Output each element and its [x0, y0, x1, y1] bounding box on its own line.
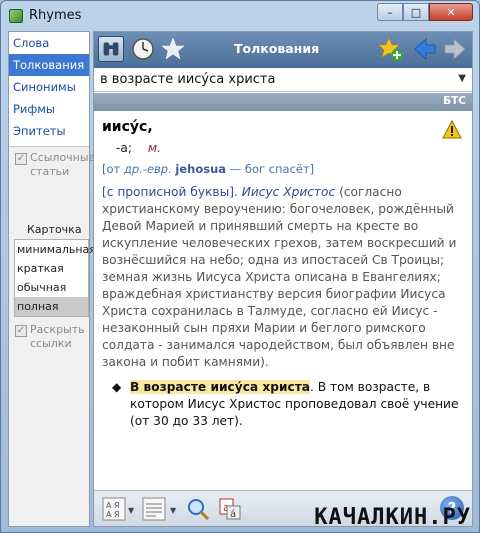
- card-option-minimal[interactable]: минимальная: [15, 240, 96, 259]
- diamond-bullet-icon: ◆: [112, 380, 122, 394]
- main-panel: Толкования в возрасте иису́са христа ▼ Б…: [93, 31, 473, 527]
- gender-label: м.: [147, 141, 161, 155]
- layout-icon[interactable]: [142, 497, 166, 521]
- stress-mark-icon[interactable]: а á: [218, 497, 242, 521]
- sidebar-item-synonyms[interactable]: Синонимы: [9, 76, 89, 98]
- grammar-line: -а; м.: [116, 140, 464, 157]
- svg-text:А Я: А Я: [106, 501, 120, 510]
- form-suffix: -а;: [116, 141, 132, 155]
- expand-links-label: Раскрыть ссылки: [30, 323, 85, 350]
- window-title: Rhymes: [29, 8, 82, 23]
- chevron-down-icon[interactable]: ▼: [170, 506, 176, 515]
- expand-links-checkbox[interactable]: ✓: [15, 325, 27, 337]
- options-panel: ✓ Ссылочные статьи Карточка минимальная …: [9, 146, 96, 526]
- back-arrow-icon[interactable]: [412, 36, 438, 62]
- usage-note: [с прописной буквы].: [102, 185, 238, 199]
- font-size-icon[interactable]: А Я А Я: [102, 497, 126, 521]
- etymology-language: др.-евр.: [123, 162, 172, 176]
- title-bar: Rhymes – □ ✕: [1, 1, 479, 31]
- add-favorite-icon[interactable]: [378, 36, 404, 62]
- entry-content: иису́с, -а; м. [от др.-евр. jehosua — бо…: [94, 111, 472, 491]
- favorites-star-icon[interactable]: [160, 36, 186, 62]
- app-icon: [9, 9, 23, 23]
- reference-articles-label: Ссылочные статьи: [30, 151, 96, 178]
- toolbar-title: Толкования: [234, 41, 320, 56]
- sidebar-item-definitions[interactable]: Толкования: [9, 54, 89, 76]
- maximize-button[interactable]: □: [403, 3, 429, 21]
- phrase-highlight: В возрасте иису́са христа: [130, 380, 311, 394]
- card-option-full[interactable]: полная: [15, 297, 88, 316]
- phrase-item: ◆ В возрасте иису́са христа. В том возра…: [102, 379, 464, 430]
- svg-text:А Я: А Я: [106, 510, 120, 519]
- svg-text:á: á: [230, 508, 236, 520]
- card-option-normal[interactable]: обычная: [15, 278, 88, 297]
- minimize-button[interactable]: –: [377, 3, 403, 21]
- chevron-down-icon[interactable]: ▼: [458, 73, 466, 84]
- sidebar: Слова Толкования Синонимы Рифмы Эпитеты …: [8, 31, 96, 527]
- history-clock-icon[interactable]: [130, 36, 156, 62]
- card-mode-title: Карточка: [27, 223, 82, 236]
- source-label: БТС: [443, 95, 466, 107]
- sidebar-item-words[interactable]: Слова: [9, 32, 89, 54]
- definition-text: [с прописной буквы]. Иисус Христос (согл…: [102, 185, 457, 369]
- search-combobox[interactable]: в возрасте иису́са христа ▼: [94, 68, 472, 92]
- card-mode-list: минимальная краткая обычная полная: [14, 239, 96, 317]
- source-bar: БТС: [94, 93, 472, 111]
- watermark: КАЧАЛКИН.РУ: [314, 505, 471, 530]
- binoculars-icon[interactable]: [98, 36, 124, 62]
- search-value: в возрасте иису́са христа: [100, 72, 276, 87]
- etymology-word: jehosua: [175, 162, 227, 176]
- card-option-short[interactable]: краткая: [15, 259, 88, 278]
- etymology: [от др.-евр. jehosua — бог спасёт]: [102, 162, 315, 176]
- window-controls: – □ ✕: [377, 3, 473, 21]
- reference-articles-checkbox[interactable]: ✓: [15, 153, 27, 165]
- sidebar-item-epithets[interactable]: Эпитеты: [9, 120, 89, 142]
- toolbar: Толкования: [94, 32, 472, 68]
- sidebar-item-rhymes[interactable]: Рифмы: [9, 98, 89, 120]
- app-window: Rhymes – □ ✕ Слова Толкования Синонимы Р…: [0, 0, 480, 533]
- magnifier-icon[interactable]: [186, 497, 210, 521]
- close-button[interactable]: ✕: [429, 3, 473, 21]
- chevron-down-icon[interactable]: ▼: [128, 506, 134, 515]
- forward-arrow-icon[interactable]: [442, 36, 468, 62]
- headword: иису́с,: [102, 119, 153, 135]
- definition-name: Иисус Христос: [241, 185, 336, 199]
